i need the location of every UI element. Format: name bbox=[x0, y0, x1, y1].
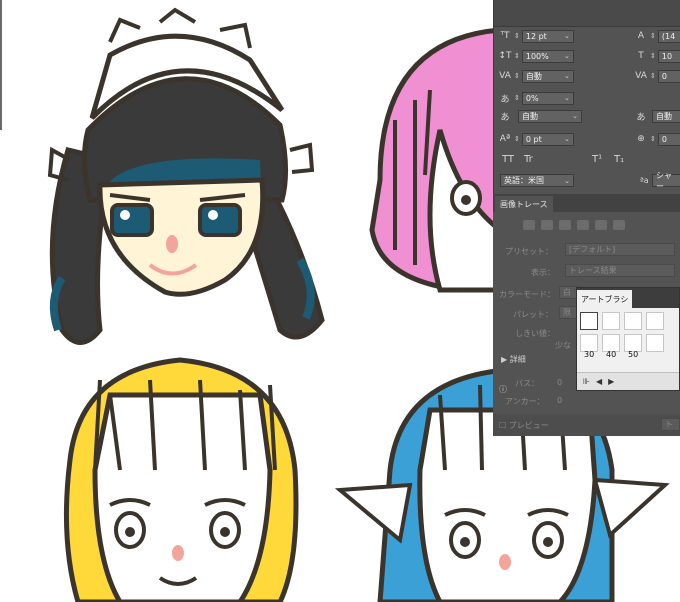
preview-row: ☐ プレビュー ト bbox=[493, 414, 680, 436]
threshold-hint: 少な bbox=[555, 341, 571, 350]
next-arrow-icon[interactable]: ▶ bbox=[608, 377, 614, 386]
spin-arrows-icon[interactable]: ⇕ bbox=[514, 72, 520, 80]
horizontal-scale-icon: T bbox=[638, 51, 644, 61]
outline-icon[interactable] bbox=[613, 220, 625, 230]
brush-swatch[interactable] bbox=[602, 312, 620, 330]
spin-arrows-icon[interactable]: ⇕ bbox=[650, 135, 656, 143]
tsume-field[interactable]: 0% ⌄ bbox=[521, 91, 574, 105]
spin-arrows-icon[interactable]: ⇕ bbox=[650, 72, 656, 80]
info-icon: ⓘ bbox=[499, 385, 507, 394]
vertical-scale-icon: ↕T bbox=[498, 51, 512, 61]
kerning-field[interactable]: 自動 ⌄ bbox=[521, 69, 574, 83]
antialias-select[interactable]: シャー bbox=[652, 171, 680, 191]
font-size-icon: ᵀT bbox=[500, 31, 510, 41]
yellow-hair-character-face bbox=[63, 357, 299, 602]
aki-right-icon: あ bbox=[636, 112, 646, 123]
preset-label: プリセット： bbox=[505, 247, 553, 256]
font-size-row: ᵀT ⇕ 12 pt ⌄ bbox=[498, 28, 574, 44]
all-caps-button[interactable]: TT bbox=[502, 154, 514, 165]
small-caps-button[interactable]: Tr bbox=[524, 154, 533, 165]
art-brush-tab[interactable]: アートブラシ bbox=[577, 290, 633, 308]
brush-swatch[interactable] bbox=[624, 312, 642, 330]
tracking-row: VA ⇕ 0 bbox=[634, 68, 680, 84]
vertical-scale-field[interactable]: 100% ⌄ bbox=[521, 49, 574, 63]
high-color-icon[interactable] bbox=[541, 220, 553, 230]
spin-arrows-icon[interactable]: ⇕ bbox=[514, 135, 520, 143]
baseline-shift-row: Aª ⇕ 0 pt ⌄ bbox=[498, 131, 574, 147]
aki-left-icon: あ bbox=[500, 112, 510, 123]
leading-row: A ⇕ (14 bbox=[634, 28, 680, 44]
kerning-row: VA ⇕ 自動 ⌄ bbox=[498, 68, 574, 84]
subscript-button[interactable]: T₁ bbox=[614, 154, 624, 165]
brush-footer: ⊪ ◀ ▶ bbox=[577, 372, 679, 390]
antialias-icon: ªa bbox=[640, 176, 649, 185]
paths-label: パス： bbox=[515, 379, 539, 388]
grayscale-icon[interactable] bbox=[577, 220, 589, 230]
preset-select[interactable]: [デフォルト] bbox=[565, 243, 675, 256]
brush-size-label: 50 bbox=[628, 350, 639, 359]
font-size-field[interactable]: 12 pt ⌄ bbox=[521, 29, 574, 43]
maid-character-face bbox=[47, 7, 325, 345]
tsume-row: あ ⇕ 0% ⌄ bbox=[498, 90, 574, 106]
vertical-scale-row: ↕T ⇕ 100% ⌄ bbox=[498, 48, 574, 64]
tracking-field[interactable]: 0 bbox=[657, 69, 680, 83]
pink-hair-character-face bbox=[369, 27, 503, 293]
brush-size-label: 40 bbox=[606, 350, 617, 359]
character-panel-header bbox=[494, 0, 680, 27]
view-select[interactable]: トレース結果 bbox=[565, 264, 675, 277]
image-trace-tab[interactable]: 画像トレース bbox=[495, 196, 553, 212]
baseline-shift-field[interactable]: 0 pt ⌄ bbox=[521, 132, 574, 146]
tsume-icon: あ bbox=[500, 94, 510, 105]
preview-checkbox[interactable]: ☐ プレビュー bbox=[499, 420, 549, 431]
aki-right-field[interactable]: 自動 bbox=[652, 109, 680, 123]
rotation-field[interactable]: 0 bbox=[657, 132, 680, 146]
rotation-row: ⊕ ⇕ 0 bbox=[634, 131, 680, 147]
horizontal-scale-field[interactable]: 10 bbox=[657, 49, 680, 63]
brush-swatch[interactable] bbox=[646, 334, 664, 352]
leading-icon: A bbox=[637, 31, 645, 41]
black-white-icon[interactable] bbox=[595, 220, 607, 230]
advanced-toggle[interactable]: ▶ 詳細 bbox=[501, 354, 526, 365]
aki-left-row: あ 自動 ⌄ bbox=[498, 108, 582, 124]
leading-field[interactable]: (14 bbox=[657, 29, 680, 43]
color-mode-label: カラーモード： bbox=[499, 290, 555, 299]
threshold-label: しきい値： bbox=[515, 329, 555, 338]
image-trace-tab-bar: 画像トレース bbox=[493, 194, 680, 212]
canvas-left-edge bbox=[0, 0, 2, 130]
paths-value: 0 bbox=[557, 378, 563, 387]
spin-arrows-icon[interactable]: ⇕ bbox=[514, 94, 520, 102]
low-color-icon[interactable] bbox=[559, 220, 571, 230]
tracking-icon: VA bbox=[635, 71, 647, 81]
spin-arrows-icon[interactable]: ⇕ bbox=[514, 32, 520, 40]
trace-button[interactable]: ト bbox=[661, 418, 680, 431]
brush-size-label: 30 bbox=[584, 350, 595, 359]
trace-preset-icons bbox=[523, 220, 625, 230]
brush-swatch[interactable] bbox=[580, 312, 598, 330]
art-brush-panel: アートブラシ 30 40 50 ⊪ ◀ ▶ bbox=[576, 287, 680, 391]
anchors-value: 0 bbox=[557, 396, 563, 405]
horizontal-scale-row: T ⇕ 10 bbox=[634, 48, 680, 64]
brush-swatch[interactable] bbox=[646, 312, 664, 330]
kerning-icon: VA bbox=[499, 71, 511, 81]
aki-right-row: あ 自動 bbox=[634, 108, 680, 124]
spin-arrows-icon[interactable]: ⇕ bbox=[650, 52, 656, 60]
aki-left-field[interactable]: 自動 ⌄ bbox=[518, 109, 582, 123]
art-brush-tab-bar: アートブラシ bbox=[577, 288, 679, 308]
baseline-shift-icon: Aª bbox=[499, 134, 511, 144]
superscript-button[interactable]: T¹ bbox=[592, 154, 602, 165]
character-panel: ᵀT ⇕ 12 pt ⌄ A ⇕ (14 ↕T ⇕ 100% ⌄ T ⇕ 10 VA… bbox=[493, 0, 680, 194]
brush-library-icon[interactable]: ⊪ bbox=[583, 377, 590, 386]
anchors-label: アンカー： bbox=[505, 397, 545, 406]
palette-label: パレット： bbox=[513, 310, 553, 319]
spin-arrows-icon[interactable]: ⇕ bbox=[514, 52, 520, 60]
language-select[interactable]: 英語：米国 ⌄ bbox=[500, 174, 574, 187]
rotation-icon: ⊕ bbox=[637, 134, 645, 144]
view-label: 表示： bbox=[531, 268, 555, 277]
prev-arrow-icon[interactable]: ◀ bbox=[596, 377, 602, 386]
spin-arrows-icon[interactable]: ⇕ bbox=[650, 32, 656, 40]
auto-color-icon[interactable] bbox=[523, 220, 535, 230]
